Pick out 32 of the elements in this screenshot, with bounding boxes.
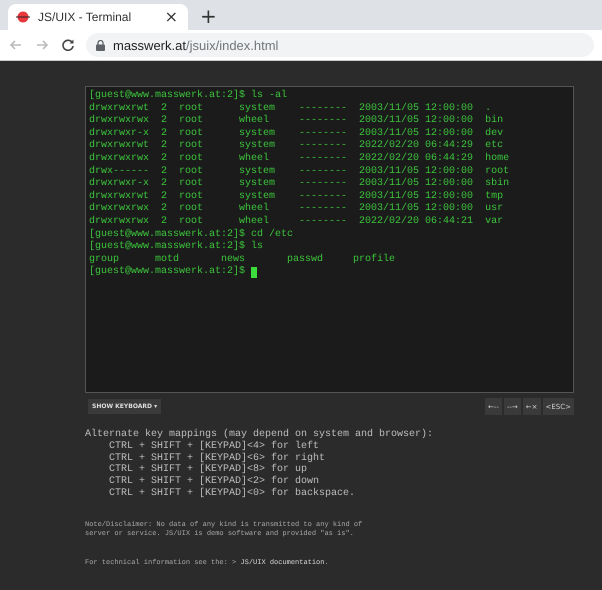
key-mapping: CTRL + SHIFT + [KEYPAD]<4> for left	[108, 441, 320, 452]
key-mapping: CTRL + SHIFT + [KEYPAD]<0> for backspace.	[108, 488, 356, 500]
terminal-line: drwxrwxrwx 2 root wheel -------- 2003/11/05 12:00:00 bin	[89, 115, 504, 128]
terminal-line: drwxrwxrwx 2 root wheel -------- 2003/11/05 12:00:00 usr	[89, 203, 504, 216]
tab-title: JS/UIX - Terminal	[38, 10, 132, 24]
favicon-icon	[16, 10, 30, 24]
terminal-line: drwx------ 2 root system -------- 2003/11/05 12:00:00 root	[89, 166, 510, 178]
terminal-line: [guest@www.masswerk.at:2]$ ls -al	[89, 90, 288, 102]
browser-tab[interactable]: JS/UIX - Terminal ×	[8, 4, 188, 30]
terminal-line: drwxrwxrwt 2 root system -------- 2003/11/05 12:00:00 tmp	[89, 190, 504, 202]
key-mapping: CTRL + SHIFT + [KEYPAD]<8> for up	[108, 464, 308, 476]
terminal-line: drwxrwxrwt 2 root system -------- 2003/11/05 12:00:00 .	[89, 102, 492, 114]
help-heading: Alternate key mappings (may depend on system and browser):	[85, 429, 434, 440]
terminal-line: drwxrwxr-x 2 root system -------- 2003/11/05 12:00:00 dev	[89, 128, 504, 140]
url-host: masswerk.at	[113, 38, 186, 52]
key-mapping: CTRL + SHIFT + [KEYPAD]<2> for down	[108, 476, 320, 488]
lock-icon	[96, 40, 105, 50]
url-path: /jsuix/index.html	[186, 38, 278, 52]
new-tab-button[interactable]: +	[198, 6, 219, 26]
terminal-prompt: [guest@www.masswerk.at:2]$	[89, 266, 246, 279]
terminal-line: [guest@www.masswerk.at:2]$ cd /etc	[89, 228, 294, 240]
address-bar[interactable]: masswerk.at/jsuix/index.html	[86, 33, 594, 57]
terminal-line: [guest@www.masswerk.at:2]$ ls	[89, 241, 264, 254]
terminal-line: group motd news passwd profile	[89, 254, 396, 266]
terminal-line: drwxrwxrwt 2 root system -------- 2022/02/20 06:44:29 etc	[89, 140, 504, 152]
close-tab-button[interactable]: ×	[162, 9, 180, 25]
terminal-screen[interactable]	[85, 86, 574, 393]
key-mapping: CTRL + SHIFT + [KEYPAD]<6> for right	[108, 452, 326, 464]
terminal-line: drwxrwxrwx 2 root wheel -------- 2022/02/20 06:44:21 var	[89, 216, 504, 228]
terminal-line: drwxrwxrwx 2 root wheel -------- 2022/02/20 06:44:29 home	[89, 152, 510, 166]
terminal-line: drwxrwxr-x 2 root system -------- 2003/11/05 12:00:00 sbin	[89, 178, 510, 190]
reload-button[interactable]	[60, 37, 76, 53]
